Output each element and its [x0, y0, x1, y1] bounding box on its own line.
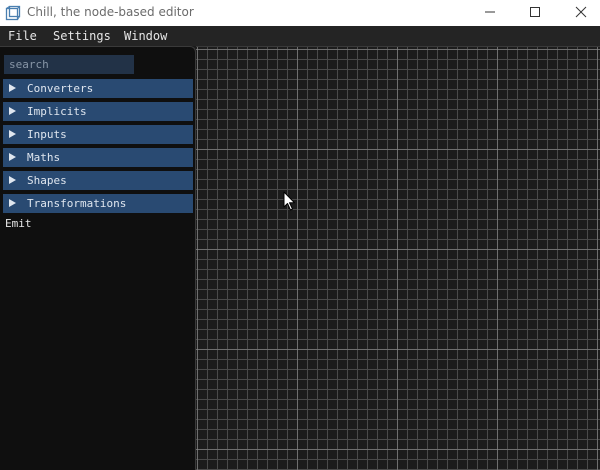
- category-converters[interactable]: Converters: [3, 79, 193, 98]
- category-label: Maths: [27, 151, 61, 164]
- triangle-right-icon: [9, 199, 16, 207]
- minimize-button[interactable]: [467, 0, 513, 26]
- category-label: Inputs: [27, 128, 67, 141]
- category-implicits[interactable]: Implicits: [3, 102, 193, 121]
- triangle-right-icon: [9, 130, 16, 138]
- search-input[interactable]: [4, 55, 134, 74]
- triangle-right-icon: [9, 107, 16, 115]
- node-library-sidebar: Converters Implicits Inputs Maths Shapes…: [0, 46, 196, 470]
- category-maths[interactable]: Maths: [3, 148, 193, 167]
- node-item-emit[interactable]: Emit: [5, 216, 32, 232]
- category-transformations[interactable]: Transformations: [3, 194, 193, 213]
- category-label: Transformations: [27, 197, 127, 210]
- menu-bar: File Settings Window: [0, 26, 600, 46]
- menu-settings[interactable]: Settings: [53, 26, 111, 46]
- category-label: Implicits: [27, 105, 87, 118]
- triangle-right-icon: [9, 176, 16, 184]
- category-inputs[interactable]: Inputs: [3, 125, 193, 144]
- menu-file[interactable]: File: [8, 26, 37, 46]
- maximize-icon: [530, 7, 540, 17]
- maximize-button[interactable]: [512, 0, 558, 26]
- menu-window[interactable]: Window: [124, 26, 167, 46]
- triangle-right-icon: [9, 84, 16, 92]
- close-icon: [575, 6, 587, 18]
- category-label: Converters: [27, 82, 94, 95]
- title-bar[interactable]: Chill, the node-based editor: [0, 0, 600, 26]
- close-button[interactable]: [558, 0, 600, 26]
- app-window: Chill, the node-based editor File Settin…: [0, 0, 600, 470]
- category-label: Shapes: [27, 174, 67, 187]
- category-shapes[interactable]: Shapes: [3, 171, 193, 190]
- mouse-pointer-icon: [283, 191, 295, 211]
- node-graph-app-icon: [5, 5, 21, 21]
- triangle-right-icon: [9, 153, 16, 161]
- minimize-icon: [485, 11, 495, 13]
- window-title: Chill, the node-based editor: [27, 5, 194, 19]
- node-graph-canvas[interactable]: [196, 46, 600, 470]
